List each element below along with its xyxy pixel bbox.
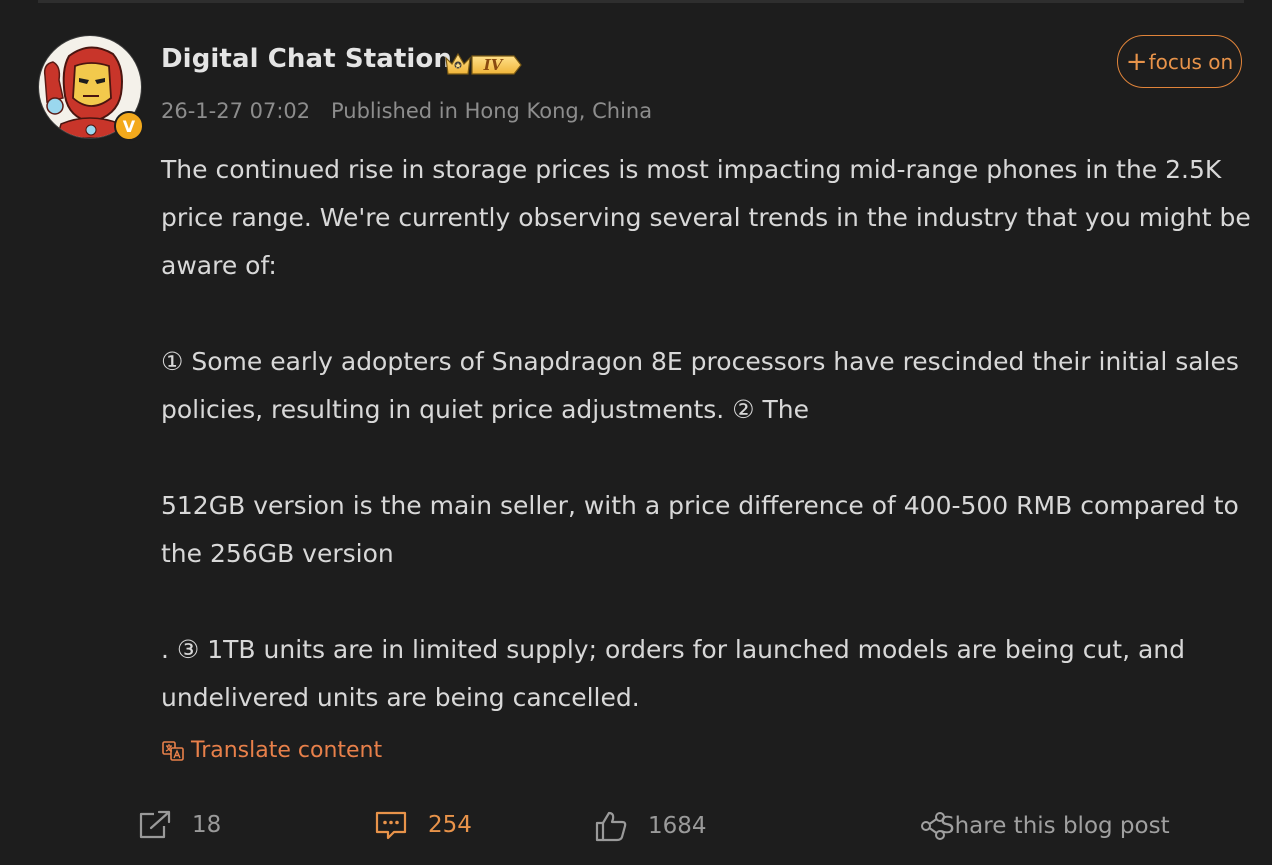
like-button[interactable]: 1684 (594, 810, 707, 842)
post-timestamp: 26-1-27 07:02 (161, 99, 311, 123)
plus-icon: + (1125, 46, 1148, 77)
post-location: Published in Hong Kong, China (331, 99, 653, 123)
comment-icon (375, 811, 407, 840)
post-paragraph: . ③ 1TB units are in limited supply; ord… (161, 635, 1186, 712)
translate-label: Translate content (191, 738, 383, 763)
translate-content-link[interactable]: Translate content (161, 738, 382, 763)
comment-button[interactable]: 254 (374, 810, 472, 840)
post-paragraph: The continued rise in storage prices is … (161, 155, 1251, 280)
repost-count: 18 (192, 812, 222, 838)
like-count: 1684 (648, 813, 707, 839)
share-label: Share this blog post (940, 813, 1170, 839)
avatar[interactable]: V (38, 35, 144, 141)
translate-icon (162, 740, 184, 761)
crown-level-badge-icon: IV (444, 48, 522, 78)
share-button[interactable]: Share this blog post (918, 810, 1170, 842)
thumbs-up-icon (595, 811, 627, 842)
post-body: The continued rise in storage prices is … (161, 146, 1251, 722)
follow-button[interactable]: + focus on (1117, 35, 1242, 88)
post-paragraph: ① Some early adopters of Snapdragon 8E p… (161, 347, 1239, 424)
verified-v-icon: V (114, 111, 144, 141)
repost-button[interactable]: 18 (138, 810, 221, 840)
svg-text:IV: IV (483, 56, 504, 74)
repost-icon (139, 810, 171, 839)
post-paragraph: 512GB version is the main seller, with a… (161, 491, 1239, 568)
comment-count: 254 (428, 812, 472, 838)
svg-text:V: V (123, 117, 136, 136)
author-name[interactable]: Digital Chat Station (161, 44, 452, 74)
weibo-post-card: V Digital Chat Station IV 26-1-27 07:02 … (0, 0, 1272, 865)
follow-button-label: focus on (1148, 49, 1234, 74)
